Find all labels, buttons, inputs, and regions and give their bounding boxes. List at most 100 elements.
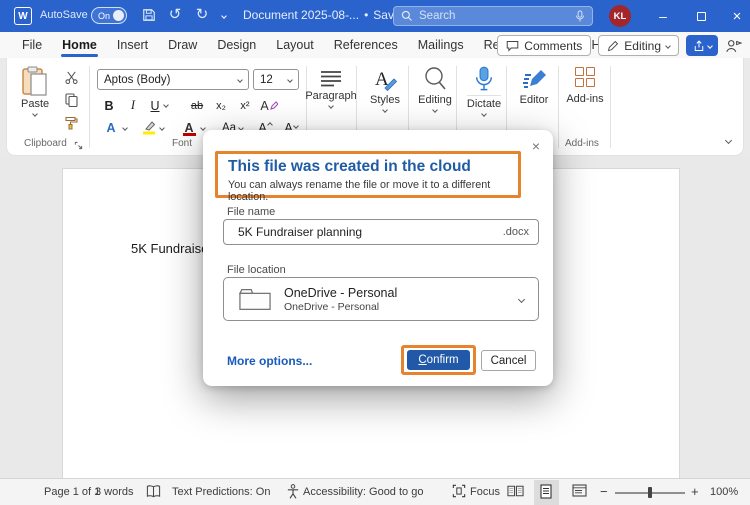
font-color-button[interactable]: A (179, 118, 199, 137)
tab-layout[interactable]: Layout (266, 34, 324, 56)
font-name-value: Aptos (Body) (104, 74, 170, 86)
editing-button[interactable]: Editing (411, 66, 459, 112)
print-layout-icon[interactable] (540, 484, 552, 502)
search-input[interactable] (419, 10, 575, 22)
superscript-button[interactable]: x² (235, 96, 255, 115)
editor-button[interactable]: Editor (509, 66, 559, 106)
zoom-out-button[interactable]: − (600, 484, 608, 499)
text-predictions-status[interactable]: Text Predictions: On (172, 486, 270, 498)
undo-icon[interactable]: ↺ (165, 6, 185, 26)
zoom-in-button[interactable]: + (691, 484, 699, 499)
strikethrough-button[interactable]: ab (187, 96, 207, 115)
ribbon-tab-bar: File Home Insert Draw Design Layout Refe… (0, 32, 750, 58)
share-button[interactable] (686, 35, 718, 56)
tab-draw[interactable]: Draw (158, 34, 207, 56)
text-effects-typography-button[interactable]: A (259, 96, 279, 115)
editor-icon (521, 66, 547, 92)
tab-insert[interactable]: Insert (107, 34, 158, 56)
proofing-icon[interactable] (146, 484, 161, 502)
typography-pen-icon (270, 101, 278, 110)
close-window-button[interactable]: × (718, 0, 750, 32)
zoom-slider-knob[interactable] (648, 487, 652, 498)
cancel-button[interactable]: Cancel (481, 350, 536, 371)
comments-button[interactable]: Comments (497, 35, 591, 56)
accessibility-status[interactable]: Accessibility: Good to go (303, 486, 423, 498)
accessibility-icon (286, 484, 300, 502)
addins-grid-icon (575, 67, 595, 87)
editing-label: Editing (418, 94, 452, 106)
maximize-button[interactable] (682, 0, 720, 32)
tab-home[interactable]: Home (52, 34, 107, 56)
font-color-chevron-icon[interactable] (200, 125, 206, 131)
text-effects-chevron-icon[interactable] (122, 125, 128, 131)
microphone-icon[interactable] (575, 10, 585, 23)
title-bar: W AutoSave On ↺ ↻ Document 2025-08-... •… (0, 0, 750, 32)
format-painter-button[interactable] (62, 114, 80, 132)
confirm-button[interactable]: Confirm (407, 350, 470, 370)
subscript-button[interactable]: x₂ (211, 96, 231, 115)
minimize-button[interactable]: – (644, 0, 682, 32)
dictate-label: Dictate (467, 95, 501, 110)
word-count[interactable]: 3 words (95, 486, 134, 498)
more-options-link[interactable]: More options... (227, 354, 312, 368)
quick-access-chevron-icon[interactable] (221, 13, 227, 19)
highlight-chevron-icon[interactable] (159, 125, 165, 131)
file-name-input[interactable] (238, 225, 503, 239)
paragraph-lines-icon (320, 70, 342, 88)
folder-icon (239, 287, 271, 311)
dictate-button[interactable]: Dictate (459, 66, 509, 116)
read-mode-icon[interactable] (507, 484, 524, 501)
file-location-dropdown[interactable]: OneDrive - Personal OneDrive - Personal (223, 277, 539, 321)
location-title: OneDrive - Personal (284, 286, 397, 300)
italic-button[interactable]: I (123, 96, 143, 115)
font-size-combo[interactable]: 12 (253, 69, 299, 90)
dialog-close-icon[interactable]: × (532, 138, 540, 154)
focus-icon (452, 484, 466, 501)
collapse-ribbon-chevron-icon[interactable] (725, 137, 732, 144)
focus-button[interactable]: Focus (470, 486, 500, 498)
tab-mailings[interactable]: Mailings (408, 34, 474, 56)
autosave-toggle[interactable]: On (91, 7, 127, 24)
tab-bar-right: Comments Editing (497, 35, 742, 56)
people-presence-icon[interactable] (725, 39, 742, 53)
redo-icon[interactable]: ↻ (192, 6, 212, 26)
maximize-icon (697, 12, 706, 21)
font-name-chevron-icon (237, 77, 243, 83)
save-icon[interactable] (139, 8, 159, 28)
highlight-color-button[interactable] (139, 118, 159, 137)
paste-button[interactable]: Paste (21, 66, 49, 116)
paragraph-label: Paragraph (305, 90, 356, 102)
web-layout-icon[interactable] (572, 484, 587, 500)
text-effects-button[interactable]: A (101, 118, 121, 137)
styles-button[interactable]: A Styles (359, 66, 411, 112)
tab-references[interactable]: References (324, 34, 408, 56)
editor-label: Editor (520, 94, 549, 106)
user-avatar[interactable]: KL (609, 5, 631, 27)
file-extension-label: .docx (503, 226, 529, 238)
clipboard-group-label: Clipboard (24, 138, 67, 149)
copy-button[interactable] (62, 91, 80, 109)
bold-button[interactable]: B (99, 96, 119, 115)
cut-button[interactable] (62, 68, 80, 86)
dialog-header-highlight: This file was created in the cloud You c… (215, 151, 521, 198)
location-chevron-icon (518, 295, 525, 302)
search-box[interactable] (393, 6, 593, 26)
font-group-label: Font (172, 138, 192, 149)
clipboard-dialog-launcher-icon[interactable] (69, 136, 87, 154)
share-icon (693, 40, 705, 52)
addins-button[interactable]: Add-ins (559, 67, 611, 105)
tab-design[interactable]: Design (207, 34, 266, 56)
dialog-subtitle: You can always rename the file or move i… (228, 179, 518, 203)
paragraph-button[interactable]: Paragraph (305, 70, 357, 108)
styles-chevron-icon (382, 107, 388, 113)
font-name-combo[interactable]: Aptos (Body) (97, 69, 249, 90)
zoom-level[interactable]: 100% (710, 486, 738, 498)
dictate-microphone-icon (475, 66, 493, 93)
autosave-label: AutoSave (40, 9, 88, 21)
editing-chevron-icon (665, 43, 671, 49)
editing-mode-button[interactable]: Editing (598, 35, 679, 56)
page-info[interactable]: Page 1 of 1 (44, 486, 100, 498)
underline-button[interactable]: U (145, 96, 165, 115)
tab-file[interactable]: File (12, 34, 52, 56)
separator-dot: • (364, 8, 368, 22)
